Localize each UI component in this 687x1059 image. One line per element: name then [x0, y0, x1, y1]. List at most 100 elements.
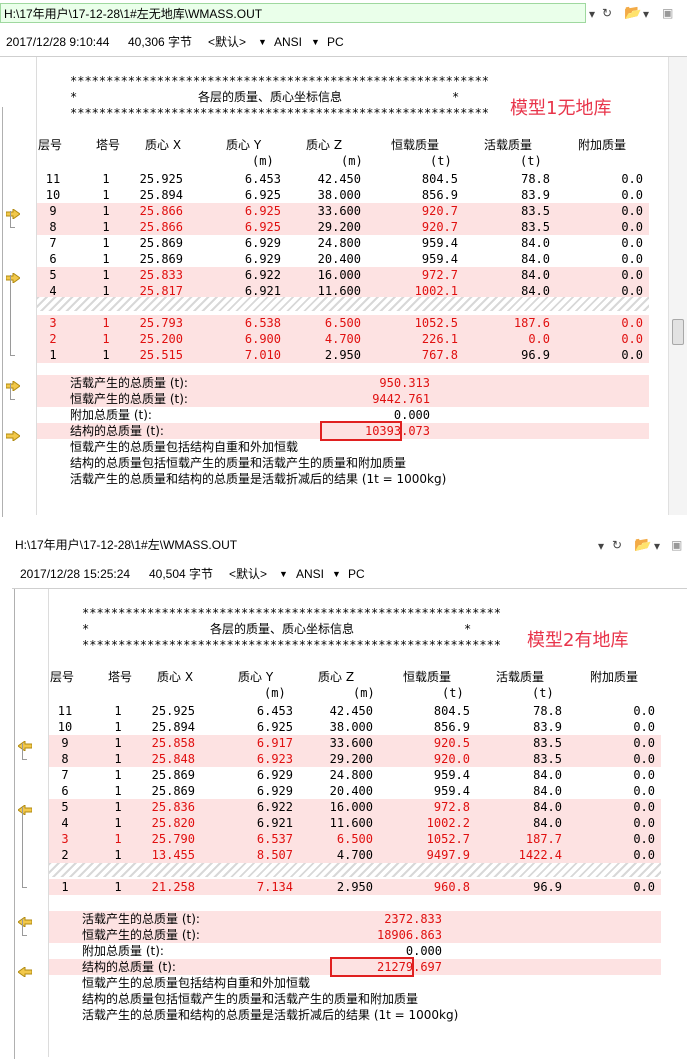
column-header: 层号: [50, 670, 75, 684]
gutter: [12, 589, 49, 1057]
unit-label: (t): [442, 686, 464, 700]
table-row[interactable]: 7 1 25.869 6.929 24.800 959.4 84.0 0.0: [38, 235, 658, 251]
encoding-default-select[interactable]: <默认>: [208, 30, 246, 54]
table-row[interactable]: 10 1 25.894 6.925 38.000 856.9 83.9 0.0: [38, 187, 658, 203]
chevron-down-icon[interactable]: ▼: [258, 30, 267, 54]
encoding-default-select[interactable]: <默认>: [229, 562, 267, 586]
text-view[interactable]: ****************************************…: [0, 56, 687, 517]
chevron-down-icon[interactable]: ▼: [311, 30, 320, 54]
refresh-icon[interactable]: ↻: [602, 5, 612, 21]
table-row[interactable]: 7 1 25.869 6.929 24.800 959.4 84.0 0.0: [50, 767, 670, 783]
table-row[interactable]: 4 1 25.820 6.921 11.600 1002.2 84.0 0.0: [50, 815, 670, 831]
table-cell: 84.0: [533, 784, 562, 798]
table-cell: 33.600: [329, 736, 373, 750]
table-cell: 84.0: [533, 816, 562, 830]
table-row[interactable]: 5 1 25.833 6.922 16.000 972.7 84.0 0.0: [38, 267, 658, 283]
folder-open-icon[interactable]: 📂: [634, 536, 651, 552]
table-cell: 83.5: [533, 736, 562, 750]
unit-label: (t): [520, 154, 542, 168]
table-row[interactable]: 8 1 25.866 6.925 29.200 920.7 83.5 0.0: [38, 219, 658, 235]
table-cell: 6.925: [244, 188, 281, 202]
vertical-scrollbar[interactable]: [668, 57, 687, 515]
table-cell: 13.455: [151, 848, 195, 862]
table-cell: 25.848: [151, 752, 195, 766]
table-cell: 4: [61, 816, 69, 830]
units-row: (m) (m) (t) (t): [50, 685, 670, 701]
table-row[interactable]: 5 1 25.836 6.922 16.000 972.8 84.0 0.0: [50, 799, 670, 815]
table-cell: 1: [114, 816, 122, 830]
table-row[interactable]: 1 1 25.515 7.010 2.950 767.8 96.9 0.0: [38, 347, 658, 363]
diff-arrow-icon[interactable]: [5, 428, 21, 442]
fold-separator: [37, 297, 649, 311]
column-header: 附加质量: [590, 670, 639, 684]
table-cell: 25.894: [151, 720, 195, 734]
star-right: *: [452, 90, 460, 104]
chevron-down-icon[interactable]: ▼: [332, 562, 341, 586]
table-row[interactable]: 11 1 25.925 6.453 42.450 804.5 78.8 0.0: [50, 703, 670, 719]
save-icon[interactable]: ▣: [671, 537, 682, 553]
table-row[interactable]: 2 1 25.200 6.900 4.700 226.1 0.0 0.0: [38, 331, 658, 347]
table-row[interactable]: 10 1 25.894 6.925 38.000 856.9 83.9 0.0: [50, 719, 670, 735]
table-cell: 6: [61, 784, 69, 798]
scrollbar-thumb[interactable]: [672, 319, 684, 345]
column-header: 塔号: [108, 670, 133, 684]
table-row[interactable]: 4 1 25.817 6.921 11.600 1002.1 84.0 0.0: [38, 283, 658, 299]
table-cell: 29.200: [317, 220, 361, 234]
dropdown-arrow-icon[interactable]: ▾: [589, 6, 595, 22]
table-cell: 84.0: [521, 236, 550, 250]
diff-bracket: [10, 275, 15, 356]
summary-line: 活载产生的总质量 (t): 950.313: [70, 375, 470, 391]
table-cell: 7: [61, 768, 69, 782]
summary-label: 恒载产生的总质量 (t):: [82, 928, 200, 942]
unit-label: (m): [252, 154, 274, 168]
folder-dropdown-icon[interactable]: ▾: [643, 6, 649, 22]
table-row[interactable]: 9 1 25.858 6.917 33.600 920.5 83.5 0.0: [50, 735, 670, 751]
table-cell: 767.8: [421, 348, 458, 362]
table-cell: 1: [102, 252, 110, 266]
table-cell: 2.950: [336, 880, 373, 894]
table-cell: 0.0: [621, 252, 643, 266]
save-icon[interactable]: ▣: [662, 5, 673, 21]
table-cell: 7.010: [244, 348, 281, 362]
refresh-icon[interactable]: ↻: [612, 537, 622, 553]
text-view[interactable]: ****************************************…: [12, 588, 687, 1059]
file-path-field[interactable]: H:\17年用户\17-12-28\1#左\WMASS.OUT: [12, 535, 596, 555]
unit-label: (m): [353, 686, 375, 700]
table-cell: 6: [49, 252, 57, 266]
table-row[interactable]: 9 1 25.866 6.925 33.600 920.7 83.5 0.0: [38, 203, 658, 219]
table-row[interactable]: 6 1 25.869 6.929 20.400 959.4 84.0 0.0: [38, 251, 658, 267]
folder-dropdown-icon[interactable]: ▾: [654, 538, 660, 554]
table-cell: 25.817: [139, 284, 183, 298]
table-cell: 1052.7: [426, 832, 470, 846]
table-cell: 0.0: [621, 348, 643, 362]
table-cell: 84.0: [521, 268, 550, 282]
diff-arrow-icon[interactable]: [17, 964, 33, 978]
table-cell: 1: [114, 800, 122, 814]
table-row[interactable]: 6 1 25.869 6.929 20.400 959.4 84.0 0.0: [50, 783, 670, 799]
file-path-field[interactable]: H:\17年用户\17-12-28\1#左无地库\WMASS.OUT: [0, 3, 586, 23]
chevron-down-icon[interactable]: ▼: [279, 562, 288, 586]
table-row[interactable]: 3 1 25.793 6.538 6.500 1052.5 187.6 0.0: [38, 315, 658, 331]
summary-value: 9442.761: [372, 392, 430, 406]
table-cell: 25.515: [139, 348, 183, 362]
summary-line: 恒载产生的总质量 (t): 9442.761: [70, 391, 470, 407]
summary-line: 结构的总质量 (t): 10393.073: [70, 423, 470, 439]
table-cell: 1: [102, 188, 110, 202]
table-cell: 6.500: [324, 316, 361, 330]
table-cell: 6.929: [244, 252, 281, 266]
file-date: 2017/12/28 15:25:24: [20, 567, 131, 581]
dropdown-arrow-icon[interactable]: ▾: [598, 538, 604, 554]
table-cell: 25.869: [151, 784, 195, 798]
table-row[interactable]: 11 1 25.925 6.453 42.450 804.5 78.8 0.0: [38, 171, 658, 187]
folder-open-icon[interactable]: 📂: [624, 4, 641, 20]
table-row[interactable]: 3 1 25.790 6.537 6.500 1052.7 187.7 0.0: [50, 831, 670, 847]
note-line: 活载产生的总质量和结构的总质量是活载折减后的结果 (1t = 1000kg): [82, 1008, 459, 1022]
table-row[interactable]: 2 1 13.455 8.507 4.700 9497.9 1422.4 0.0: [50, 847, 670, 863]
encoding-select[interactable]: ANSI: [296, 562, 324, 586]
table-row[interactable]: 8 1 25.848 6.923 29.200 920.0 83.5 0.0: [50, 751, 670, 767]
stars-rule: ****************************************…: [70, 74, 490, 88]
table-cell: 6.921: [244, 284, 281, 298]
table-cell: 804.5: [421, 172, 458, 186]
table-row[interactable]: 1 1 21.258 7.134 2.950 960.8 96.9 0.0: [50, 879, 670, 895]
encoding-select[interactable]: ANSI: [274, 30, 302, 54]
